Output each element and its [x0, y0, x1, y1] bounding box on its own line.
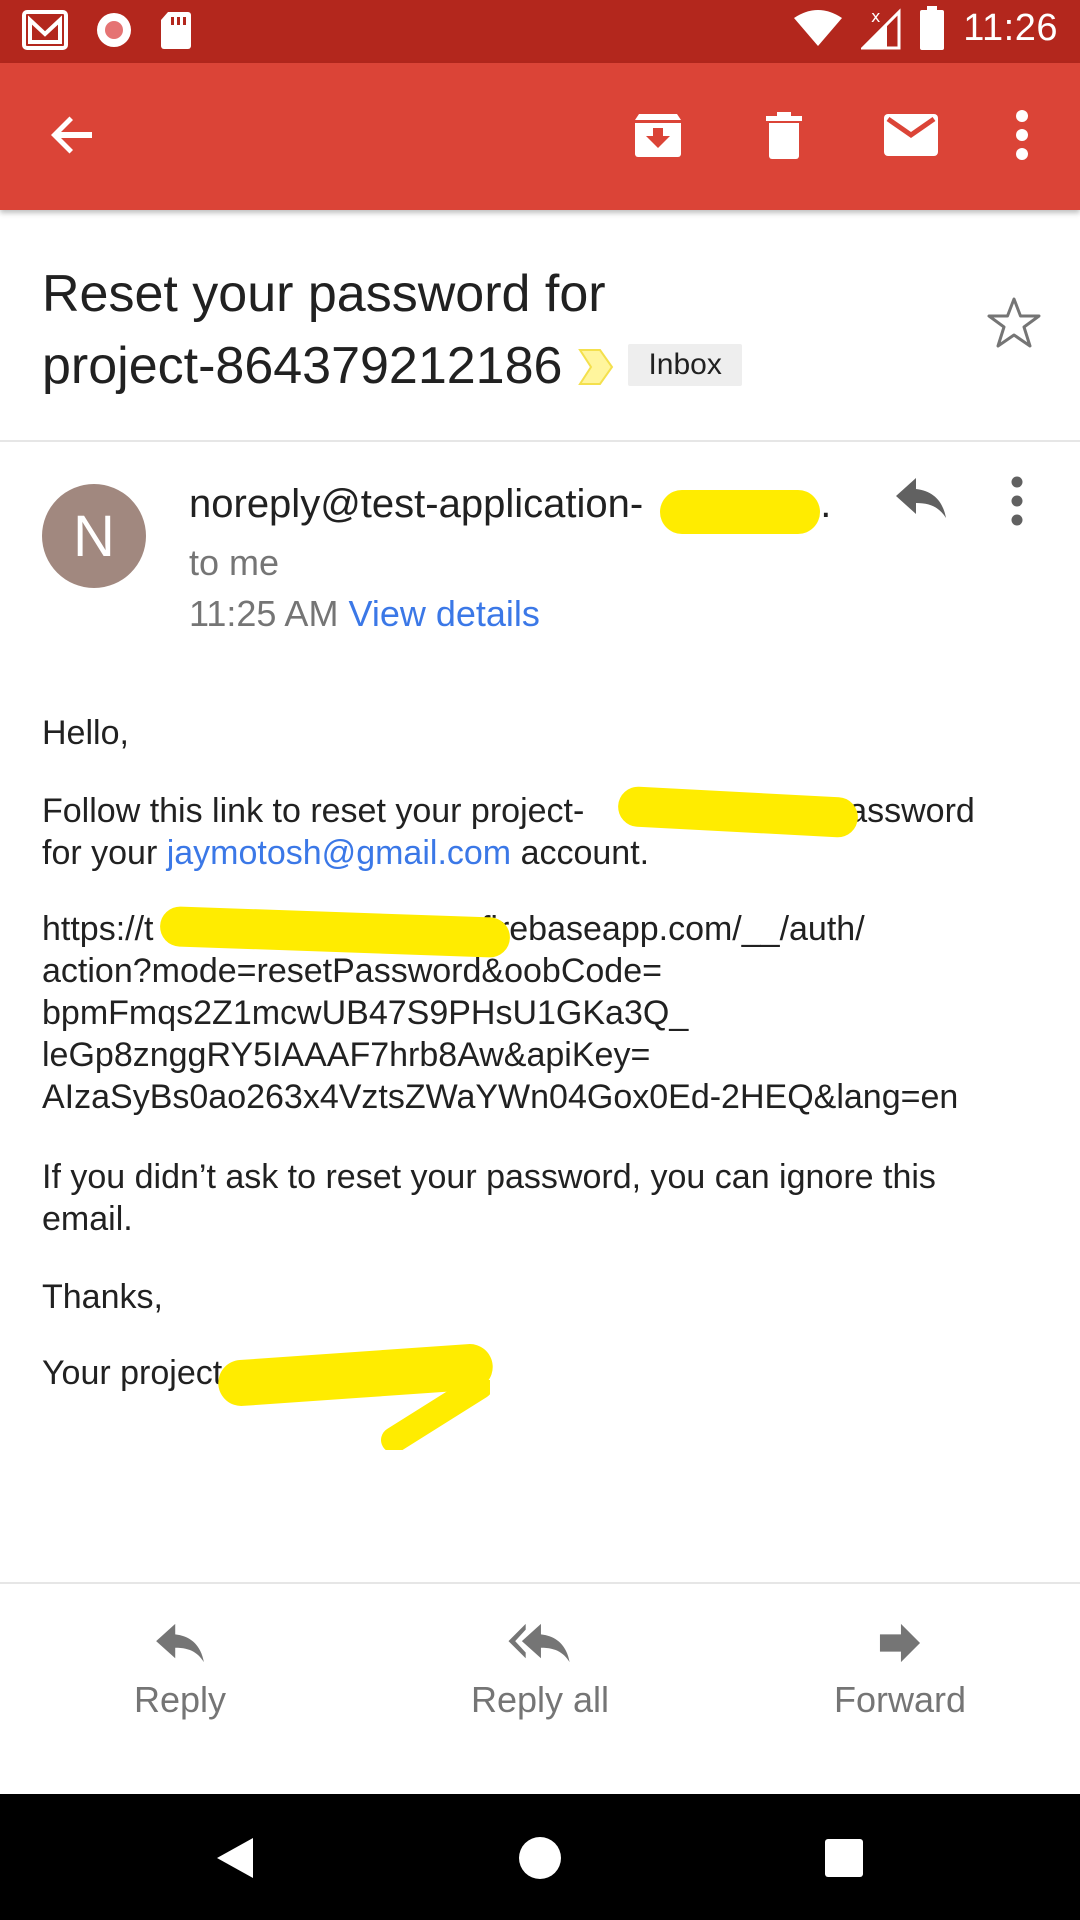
status-time: 11:26 [963, 6, 1058, 49]
subject-text: project-864379212186 [42, 337, 563, 395]
signature: Your projectteam [42, 1352, 1042, 1394]
archive-icon [635, 114, 681, 157]
reply-button[interactable]: Reply [80, 1622, 280, 1721]
archive-button[interactable] [616, 93, 700, 177]
reset-link-line-3: bpmFmqs2Z1mcwUB47S9PHsU1GKa3Q_ [42, 994, 689, 1032]
sd-card-icon [161, 12, 191, 49]
link-domain: .firebaseapp.com/__/auth/ [471, 910, 865, 948]
message-more-button[interactable] [1010, 476, 1046, 536]
avatar[interactable]: N [42, 484, 146, 588]
wifi-icon [794, 10, 843, 46]
instructions-text-start: Follow this link to reset your project- [42, 792, 585, 830]
nav-home-icon[interactable] [518, 1836, 562, 1880]
subject-line-2: project-864379212186 Inbox [42, 330, 942, 405]
redaction-scribble [381, 1380, 490, 1450]
actions-divider [0, 1582, 1080, 1584]
link-start: https://t [42, 910, 154, 948]
svg-text:x: x [871, 7, 880, 26]
instructions-line-1: Follow this link to reset your project-p… [42, 790, 1042, 832]
mark-unread-icon [884, 114, 938, 156]
for-your-text: for your [42, 834, 167, 872]
signature-start: Your project [42, 1354, 223, 1392]
forward-icon [879, 1623, 921, 1663]
more-vert-icon [1016, 110, 1028, 160]
app-bar [0, 63, 1080, 210]
inbox-label[interactable]: Inbox [628, 344, 742, 387]
account-text: account. [511, 834, 650, 872]
reset-link-line-4: leGp8znggRY5IAAAF7hrb8Aw&apiKey= [42, 1036, 651, 1074]
back-arrow-icon [51, 116, 92, 154]
forward-label: Forward [833, 1679, 967, 1720]
reply-header-button[interactable] [894, 476, 954, 536]
ignore-line-1: If you didn’t ask to reset your password… [42, 1158, 936, 1196]
back-button[interactable] [30, 93, 114, 177]
forward-button[interactable]: Forward [800, 1622, 1000, 1721]
battery-icon [920, 6, 945, 50]
reply-label: Reply [133, 1679, 227, 1720]
reply-all-label: Reply all [470, 1679, 610, 1720]
navigation-bar [0, 1794, 1080, 1920]
sent-time: 11:25 AM [189, 593, 339, 634]
recipient-email-link[interactable]: jaymotosh@gmail.com [167, 834, 511, 872]
status-bar: x 11:26 [0, 0, 1080, 63]
more-options-button[interactable] [980, 93, 1064, 177]
sender-text: noreply@test-application- [189, 482, 644, 526]
subject-divider [0, 440, 1080, 442]
view-details-link[interactable]: View details [348, 593, 539, 634]
ignore-line-2: email. [42, 1200, 133, 1238]
redaction-mark [660, 490, 820, 534]
email-subject: Reset your password for project-86437921… [42, 258, 942, 405]
gmail-notification-icon [22, 10, 68, 50]
reply-all-button[interactable]: Reply all [440, 1622, 640, 1721]
star-icon [987, 297, 1041, 348]
ignore-notice: If you didn’t ask to reset your password… [42, 1156, 1042, 1240]
no-signal-icon: x [861, 7, 901, 50]
reply-all-icon [508, 1623, 570, 1663]
greeting: Hello, [42, 714, 129, 752]
reset-instructions: Follow this link to reset your project-p… [42, 790, 1042, 874]
recipient-line[interactable]: to me [189, 542, 279, 584]
delete-button[interactable] [742, 93, 826, 177]
instructions-line-2: for your jaymotosh@gmail.com account. [42, 832, 1042, 874]
sent-time-row: 11:25 AM View details [189, 593, 540, 635]
star-button[interactable] [986, 296, 1042, 355]
more-vert-icon [1011, 476, 1023, 526]
importance-marker-icon[interactable] [578, 333, 614, 405]
reply-icon [896, 478, 946, 518]
mark-unread-button[interactable] [869, 93, 953, 177]
reset-link-line-5: AIzaSyBs0ao263x4VztsZWaYWn04Gox0Ed-2HEQ&… [42, 1078, 959, 1116]
thanks-line: Thanks, [42, 1278, 163, 1316]
reset-link-line-2: action?mode=resetPassword&oobCode= [42, 952, 662, 990]
reply-icon [156, 1623, 204, 1663]
nav-recents-icon[interactable] [824, 1838, 864, 1878]
record-icon [97, 13, 131, 47]
subject-line-1: Reset your password for [42, 265, 606, 323]
delete-icon [766, 112, 802, 159]
nav-back-icon[interactable] [215, 1836, 255, 1880]
